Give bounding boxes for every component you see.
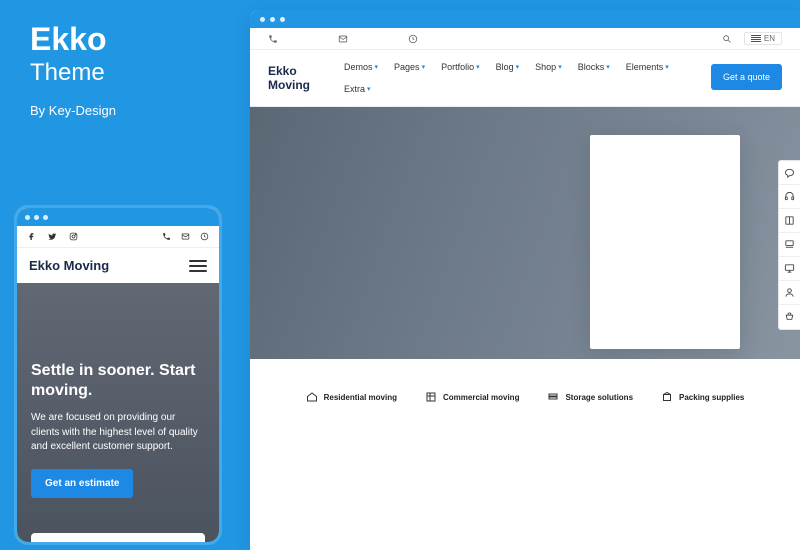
desktop-preview-frame: EN Ekko Moving Demos▾ Pages▾ Portfolio▾ … [250, 10, 800, 550]
email-icon[interactable] [181, 232, 190, 241]
mobile-window-titlebar [17, 208, 219, 226]
language-selector[interactable]: EN [744, 32, 782, 45]
twitter-icon[interactable] [48, 232, 57, 241]
headset-icon[interactable] [779, 185, 800, 209]
mobile-preview-frame: Ekko Moving Settle in sooner. Start movi… [14, 205, 222, 545]
nav-item-demos[interactable]: Demos▾ [344, 58, 378, 76]
email-icon[interactable] [338, 34, 348, 44]
desktop-topbar: EN [250, 28, 800, 50]
desktop-window-titlebar [250, 10, 800, 28]
service-residential[interactable]: Residential moving [306, 391, 397, 403]
nav-item-extra[interactable]: Extra▾ [344, 80, 371, 98]
brand-title: Ekko [30, 22, 116, 57]
chat-icon[interactable] [779, 161, 800, 185]
mobile-hero-text: We are focused on providing our clients … [31, 411, 205, 455]
hamburger-menu-icon[interactable] [189, 260, 207, 272]
get-quote-button[interactable]: Get a quote [711, 64, 782, 90]
window-dot [270, 17, 275, 22]
brand-author: By Key-Design [30, 103, 116, 118]
mobile-navbar: Ekko Moving [17, 248, 219, 283]
language-label: EN [764, 34, 775, 43]
clock-icon[interactable] [200, 232, 209, 241]
services-row: Residential moving Commercial moving Sto… [250, 377, 800, 417]
service-storage[interactable]: Storage solutions [547, 391, 633, 403]
book-icon[interactable] [779, 209, 800, 233]
user-icon[interactable] [779, 281, 800, 305]
window-dot [43, 215, 48, 220]
chevron-down-icon: ▾ [422, 63, 426, 71]
mobile-hero-card [31, 533, 205, 545]
nav-item-blocks[interactable]: Blocks▾ [578, 58, 610, 76]
cart-icon[interactable] [779, 305, 800, 329]
chevron-down-icon: ▾ [606, 63, 610, 71]
desktop-hero [250, 107, 800, 377]
service-commercial[interactable]: Commercial moving [425, 391, 519, 403]
phone-icon[interactable] [162, 232, 171, 241]
chevron-down-icon: ▾ [665, 63, 669, 71]
layers-icon[interactable] [779, 233, 800, 257]
nav-item-elements[interactable]: Elements▾ [626, 58, 669, 76]
chevron-down-icon: ▾ [367, 85, 371, 93]
chevron-down-icon: ▾ [375, 63, 379, 71]
mobile-hero: Settle in sooner. Start moving. We are f… [17, 283, 219, 543]
service-packing[interactable]: Packing supplies [661, 391, 744, 403]
search-icon[interactable] [722, 34, 732, 44]
phone-icon[interactable] [268, 34, 278, 44]
desktop-navbar: Ekko Moving Demos▾ Pages▾ Portfolio▾ Blo… [250, 50, 800, 107]
hero-form-card [590, 135, 740, 349]
chevron-down-icon: ▾ [476, 63, 480, 71]
brand-block: Ekko Theme By Key-Design [30, 22, 116, 118]
get-estimate-button[interactable]: Get an estimate [31, 469, 133, 498]
window-dot [25, 215, 30, 220]
side-toolbar [778, 160, 800, 330]
brand-subtitle: Theme [30, 59, 116, 87]
desktop-logo[interactable]: Ekko Moving [268, 58, 324, 93]
nav-item-portfolio[interactable]: Portfolio▾ [441, 58, 480, 76]
window-dot [34, 215, 39, 220]
instagram-icon[interactable] [69, 232, 78, 241]
facebook-icon[interactable] [27, 232, 36, 241]
hero-bottom-strip [250, 359, 800, 377]
nav-item-shop[interactable]: Shop▾ [535, 58, 562, 76]
mobile-hero-title: Settle in sooner. Start moving. [31, 361, 205, 401]
window-dot [280, 17, 285, 22]
chevron-down-icon: ▾ [516, 63, 520, 71]
flag-icon [751, 35, 761, 42]
nav-item-pages[interactable]: Pages▾ [394, 58, 425, 76]
mobile-topbar [17, 226, 219, 248]
clock-icon[interactable] [408, 34, 418, 44]
desktop-icon[interactable] [779, 257, 800, 281]
nav-item-blog[interactable]: Blog▾ [496, 58, 520, 76]
mobile-logo[interactable]: Ekko Moving [29, 258, 109, 273]
chevron-down-icon: ▾ [558, 63, 562, 71]
nav-menu: Demos▾ Pages▾ Portfolio▾ Blog▾ Shop▾ Blo… [344, 58, 691, 98]
window-dot [260, 17, 265, 22]
